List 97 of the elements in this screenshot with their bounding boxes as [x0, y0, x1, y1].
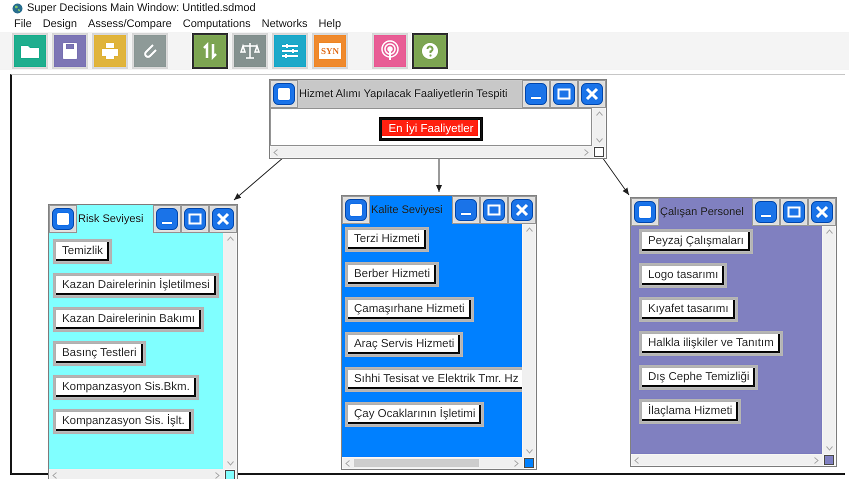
scroll-down-icon[interactable] — [826, 446, 832, 451]
node-button[interactable]: Kıyafet tasarımı — [639, 297, 738, 322]
scroll-up-icon[interactable] — [826, 229, 832, 234]
minimize-button[interactable] — [522, 80, 550, 108]
cluster-title: Kalite Seviyesi — [370, 196, 452, 224]
question-mark-icon — [419, 40, 441, 62]
node-button[interactable]: İlaçlama Hizmeti — [639, 399, 742, 424]
node-button[interactable]: Kompanzasyon Sis.Bkm. — [53, 375, 199, 400]
maximize-button[interactable] — [780, 198, 808, 226]
node-button[interactable]: Temizlik — [53, 239, 112, 264]
resize-grip-icon[interactable] — [225, 470, 235, 479]
close-button[interactable] — [508, 196, 536, 224]
node-button[interactable]: Berber Hizmeti — [345, 262, 440, 287]
node-button[interactable]: Halkla ilişkiler ve Tanıtım — [639, 331, 783, 356]
connector-arrow — [436, 156, 442, 192]
resize-grip-icon[interactable] — [824, 455, 834, 465]
node-button[interactable]: En İyi Faaliyetler — [379, 117, 482, 141]
maximize-icon — [184, 208, 206, 230]
broadcast-icon — [379, 40, 401, 62]
maximize-button[interactable] — [480, 196, 508, 224]
scroll-left-icon[interactable] — [345, 460, 350, 466]
menu-item[interactable]: Help — [318, 18, 342, 30]
horizontal-scrollbar[interactable] — [49, 469, 223, 479]
cluster-title: Çalışan Personel — [659, 198, 752, 226]
printer-icon — [99, 40, 121, 62]
cluster-menu-button[interactable] — [342, 196, 370, 224]
cluster-menu-button[interactable] — [270, 80, 298, 108]
cluster-menu-button[interactable] — [49, 205, 77, 233]
window-title: Super Decisions Main Window: Untitled.sdmod — [27, 2, 256, 14]
toolbar-button[interactable] — [192, 33, 228, 69]
connector-arrow — [234, 156, 284, 200]
minimize-icon — [755, 201, 777, 223]
close-icon — [581, 83, 603, 105]
horizontal-scrollbar[interactable] — [631, 454, 822, 466]
maximize-icon — [783, 201, 805, 223]
scroll-left-icon[interactable] — [52, 472, 57, 478]
node-button[interactable]: Sıhhi Tesisat ve Elektrik Tmr. Hz — [345, 367, 522, 392]
menu-item[interactable]: Design — [42, 18, 77, 30]
scroll-up-icon[interactable] — [226, 236, 234, 241]
scroll-left-icon[interactable] — [273, 148, 278, 156]
minimize-button[interactable] — [452, 196, 480, 224]
node-button[interactable]: Terzi Hizmeti — [345, 227, 429, 252]
menu-item[interactable]: Computations — [182, 18, 251, 30]
connector-arrow — [602, 156, 630, 196]
node-button[interactable]: Basınç Testleri — [53, 341, 146, 366]
close-button[interactable] — [808, 198, 836, 226]
horizontal-scrollbar[interactable] — [342, 457, 522, 469]
scroll-down-icon[interactable] — [526, 449, 532, 454]
minimize-button[interactable] — [153, 205, 181, 233]
node-button[interactable]: Çay Ocaklarının İşletimi — [345, 402, 484, 427]
close-icon — [212, 208, 234, 230]
node-button[interactable]: Kompanzasyon Sis. İşlt. — [53, 409, 194, 434]
minimize-icon — [156, 208, 178, 230]
menu-item[interactable]: Assess/Compare — [88, 18, 172, 30]
cluster-icon — [52, 208, 74, 230]
node-button[interactable]: Peyzaj Çalışmaları — [639, 229, 753, 254]
menu-item[interactable]: File — [14, 18, 32, 30]
scroll-up-icon[interactable] — [526, 227, 532, 232]
scale-icon — [239, 40, 261, 62]
resize-grip-icon[interactable] — [524, 458, 534, 468]
scroll-right-icon[interactable] — [814, 456, 819, 464]
scroll-right-icon[interactable] — [215, 472, 220, 478]
minimize-button[interactable] — [752, 198, 780, 226]
close-icon — [811, 201, 833, 223]
cluster-icon — [345, 199, 367, 221]
node-button[interactable]: Araç Servis Hizmeti — [345, 332, 464, 357]
scroll-left-icon[interactable] — [634, 456, 639, 464]
maximize-icon — [483, 199, 505, 221]
maximize-button[interactable] — [181, 205, 209, 233]
scroll-right-icon[interactable] — [514, 460, 519, 466]
scroll-right-icon[interactable] — [584, 148, 589, 156]
horizontal-scrollbar[interactable] — [270, 146, 592, 158]
resize-grip-icon[interactable] — [594, 147, 604, 157]
scroll-down-icon[interactable] — [596, 138, 602, 143]
close-icon — [511, 199, 533, 221]
scroll-thumb[interactable] — [354, 459, 479, 467]
node-button[interactable]: Kazan Dairelerinin İşletilmesi — [53, 273, 219, 298]
scroll-down-icon[interactable] — [226, 461, 234, 466]
cluster-title: Hizmet Alımı Yapılacak Faaliyetlerin Tespiti — [298, 80, 522, 108]
toolbar-button[interactable] — [412, 33, 448, 69]
node-button[interactable]: Kazan Dairelerinin Bakımı — [53, 307, 204, 332]
close-button[interactable] — [209, 205, 237, 233]
maximize-icon — [553, 83, 575, 105]
close-button[interactable] — [578, 80, 606, 108]
cluster-icon — [273, 83, 295, 105]
scroll-up-icon[interactable] — [596, 111, 602, 116]
cluster-menu-button[interactable] — [631, 198, 659, 226]
node-button[interactable]: Dış Cephe Temizliği — [639, 365, 758, 390]
minimize-icon — [525, 83, 547, 105]
menu-item[interactable]: Networks — [262, 18, 308, 30]
maximize-button[interactable] — [550, 80, 578, 108]
node-button[interactable]: Logo tasarımı — [639, 263, 728, 288]
node-button[interactable]: Çamaşırhane Hizmeti — [345, 297, 474, 322]
minimize-icon — [455, 199, 477, 221]
cluster-icon — [634, 201, 656, 223]
globe-icon — [12, 2, 23, 14]
cluster-title: Risk Seviyesi — [77, 205, 153, 233]
